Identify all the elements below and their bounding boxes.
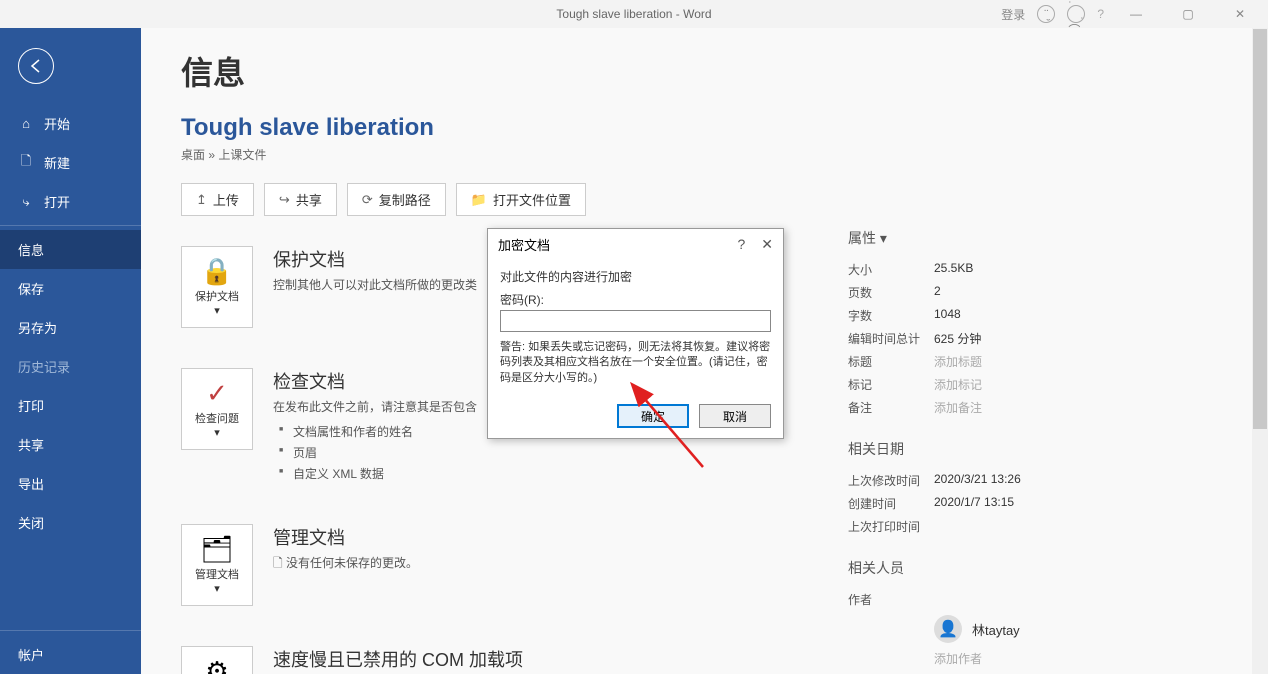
nav-home[interactable]: ⌂ 开始 (0, 104, 141, 143)
protect-doc-button[interactable]: 🔒 保护文档▾ (181, 246, 253, 328)
nav-saveas[interactable]: 另存为 (0, 308, 141, 347)
vertical-scrollbar[interactable] (1252, 28, 1268, 674)
check-icon: ✓ (206, 378, 228, 409)
nav-export[interactable]: 导出 (0, 464, 141, 503)
list-item: 自定义 XML 数据 (273, 463, 781, 484)
share-button[interactable]: ↪共享 (264, 183, 337, 216)
nav-info[interactable]: 信息 (0, 230, 141, 269)
manage-icon: 🗂 (200, 534, 233, 565)
dialog-header: 加密文档 ? ✕ (488, 229, 783, 260)
dialog-warning: 警告: 如果丢失或忘记密码，则无法将其恢复。建议将密码列表及其相应文档名放在一个… (500, 340, 771, 386)
upload-icon: ↥ (196, 192, 207, 208)
section-desc: 🗋 没有任何未保存的更改。 (273, 554, 781, 575)
list-item: 页眉 (273, 442, 781, 463)
open-icon: ⤷ (18, 194, 34, 210)
nav-close[interactable]: 关闭 (0, 503, 141, 542)
page-title: 信息 (181, 48, 1228, 94)
link-icon: ⟳ (362, 192, 373, 208)
cancel-button[interactable]: 取消 (699, 404, 771, 428)
nav-label: 打开 (44, 192, 70, 211)
close-icon[interactable]: ✕ (761, 236, 773, 253)
new-icon: 🗋 (18, 155, 34, 171)
properties-panel: 属性 ▾ 大小25.5KB 页数2 字数1048 编辑时间总计625 分钟 标题… (848, 228, 1228, 674)
nav-account[interactable]: 帐户 (0, 635, 141, 674)
password-label: 密码(R): (500, 291, 771, 308)
avatar-icon: 👤 (934, 615, 962, 643)
copy-path-button[interactable]: ⟳复制路径 (347, 183, 446, 216)
props-header[interactable]: 属性 ▾ (848, 228, 1228, 248)
action-row: ↥上传 ↪共享 ⟳复制路径 📁打开文件位置 (181, 183, 1228, 216)
scrollbar-thumb[interactable] (1253, 29, 1267, 429)
frown-icon[interactable]: ˙︵˙ (1067, 5, 1085, 23)
help-icon[interactable]: ? (737, 236, 745, 253)
manage-doc-button[interactable]: 🗂 管理文档▾ (181, 524, 253, 606)
window-title: Tough slave liberation - Word (556, 7, 711, 21)
upload-button[interactable]: ↥上传 (181, 183, 254, 216)
titlebar-controls: 登录 ¨̮ ˙︵˙ ? — ▢ ✕ (1001, 0, 1268, 28)
nav-save[interactable]: 保存 (0, 269, 141, 308)
help-icon[interactable]: ? (1097, 7, 1104, 21)
divider (0, 225, 141, 226)
nav-label: 新建 (44, 153, 70, 172)
author-row: 👤 林taytay (848, 611, 1228, 647)
dates-header: 相关日期 (848, 439, 1228, 459)
maximize-button[interactable]: ▢ (1168, 0, 1208, 28)
minimize-button[interactable]: — (1116, 0, 1156, 28)
people-header: 相关人员 (848, 558, 1228, 578)
doc-title: Tough slave liberation (181, 114, 1228, 142)
nav-open[interactable]: ⤷ 打开 (0, 182, 141, 221)
nav-label: 开始 (44, 114, 70, 133)
divider (0, 630, 141, 631)
section-title: 速度慢且已禁用的 COM 加载项 (273, 646, 781, 672)
section-title: 管理文档 (273, 524, 781, 550)
title-field[interactable]: 添加标题 (934, 353, 982, 370)
dialog-title: 加密文档 (498, 235, 550, 254)
nav-share[interactable]: 共享 (0, 425, 141, 464)
nav-print[interactable]: 打印 (0, 386, 141, 425)
add-author-field[interactable]: 添加作者 (934, 650, 982, 667)
tags-field[interactable]: 添加标记 (934, 376, 982, 393)
gear-icon: ⚙ (205, 656, 228, 674)
home-icon: ⌂ (18, 116, 34, 132)
titlebar: Tough slave liberation - Word 登录 ¨̮ ˙︵˙ … (0, 0, 1268, 28)
com-addins-button[interactable]: ⚙ 管理 COM 加载项 (181, 646, 253, 674)
back-button[interactable] (18, 48, 54, 84)
password-input[interactable] (500, 310, 771, 332)
encrypt-dialog: 加密文档 ? ✕ 对此文件的内容进行加密 密码(R): 警告: 如果丢失或忘记密… (487, 228, 784, 439)
nav-history[interactable]: 历史记录 (0, 347, 141, 386)
dialog-subtitle: 对此文件的内容进行加密 (500, 268, 771, 285)
share-icon: ↪ (279, 192, 290, 208)
arrow-left-icon (27, 57, 45, 75)
backstage-sidebar: ⌂ 开始 🗋 新建 ⤷ 打开 信息 保存 另存为 历史记录 打印 共享 导出 关… (0, 28, 141, 674)
smile-icon[interactable]: ¨̮ (1037, 5, 1055, 23)
lock-icon: 🔒 (201, 256, 233, 287)
ok-button[interactable]: 确定 (617, 404, 689, 428)
nav-new[interactable]: 🗋 新建 (0, 143, 141, 182)
breadcrumb: 桌面 » 上课文件 (181, 146, 1228, 163)
inspect-doc-button[interactable]: ✓ 检查问题▾ (181, 368, 253, 450)
folder-icon: 📁 (471, 192, 487, 208)
login-link[interactable]: 登录 (1001, 6, 1025, 23)
close-button[interactable]: ✕ (1220, 0, 1260, 28)
open-location-button[interactable]: 📁打开文件位置 (456, 183, 586, 216)
comments-field[interactable]: 添加备注 (934, 399, 982, 416)
